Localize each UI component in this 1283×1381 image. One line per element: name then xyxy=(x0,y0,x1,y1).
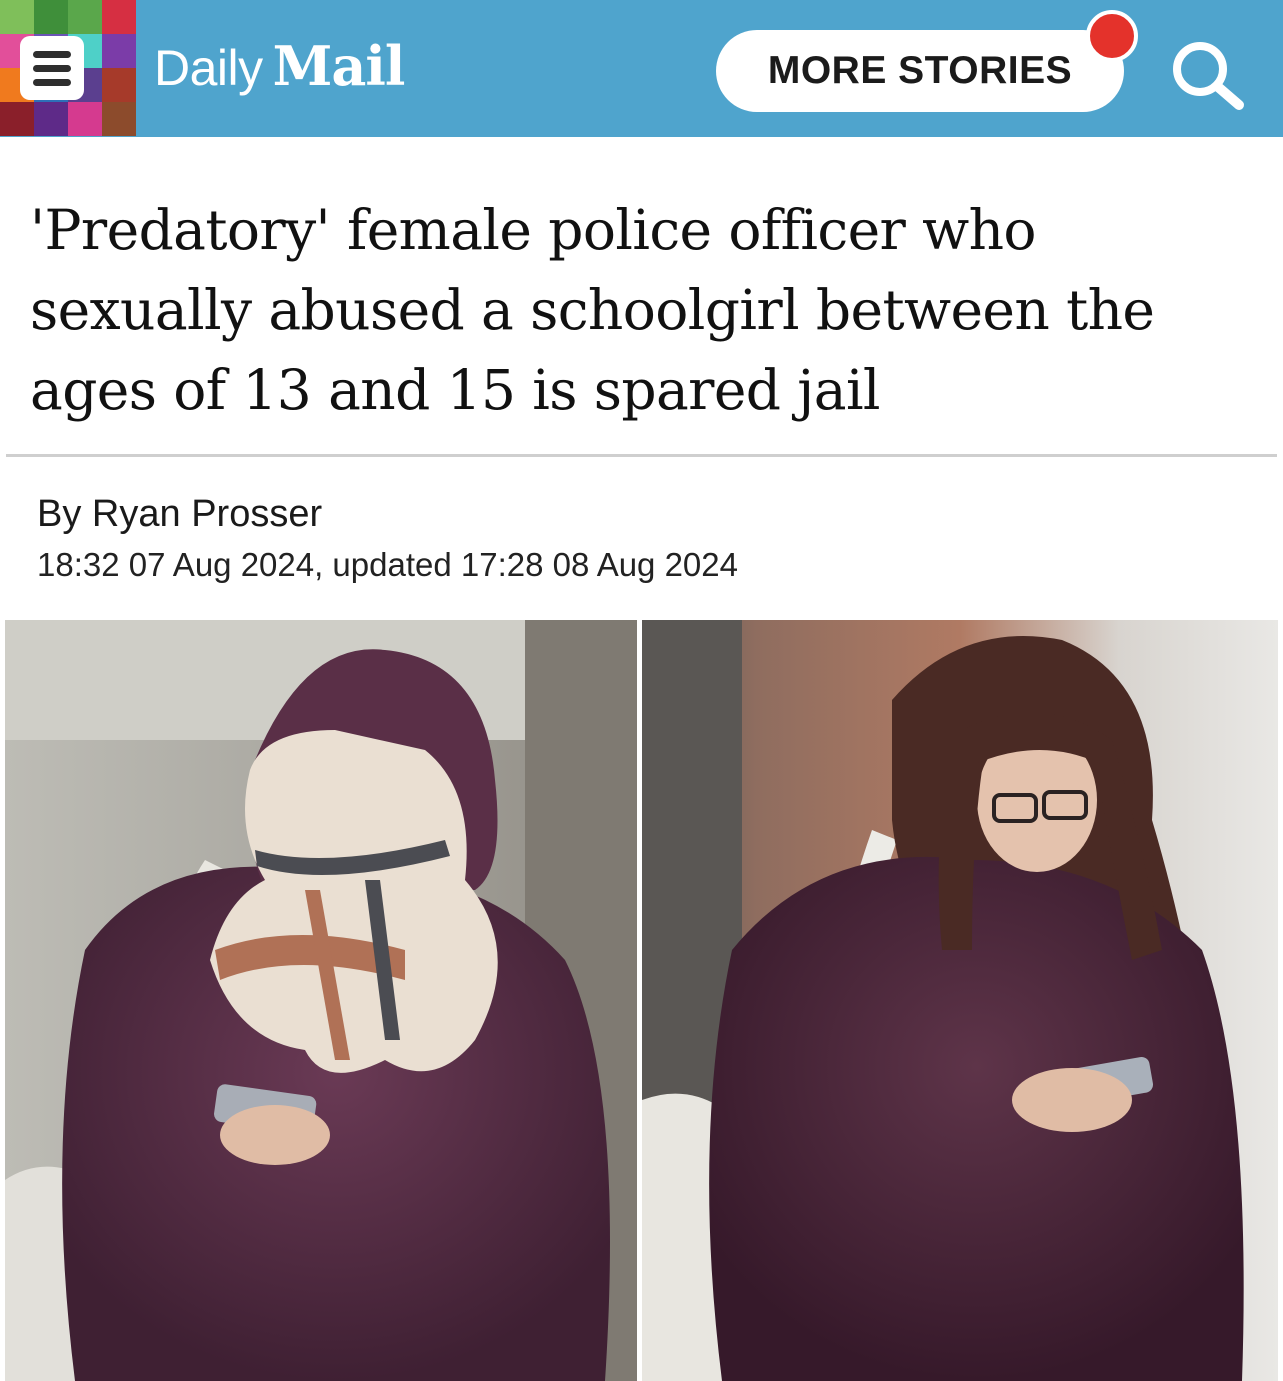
site-header: Daily Mail MORE STORIES xyxy=(0,0,1283,137)
hamburger-menu-icon[interactable] xyxy=(20,36,84,100)
article-photo-left[interactable] xyxy=(5,620,637,1381)
search-button[interactable] xyxy=(1162,33,1252,113)
byline: By Ryan Prosser xyxy=(37,493,322,536)
article-headline: 'Predatory' female police officer who se… xyxy=(30,198,1155,422)
site-logo[interactable]: Daily Mail xyxy=(154,34,406,104)
article-timestamp: 18:32 07 Aug 2024, updated 17:28 08 Aug … xyxy=(37,546,738,583)
photo-left-image xyxy=(5,620,637,1381)
article-photo-right[interactable] xyxy=(642,620,1278,1381)
more-stories-button[interactable]: MORE STORIES xyxy=(716,30,1124,112)
logo-daily-text: Daily xyxy=(154,40,263,96)
headline-divider xyxy=(6,454,1277,457)
logo-mail-text: Mail xyxy=(272,34,406,98)
byline-prefix: By xyxy=(37,493,82,535)
photo-right-image xyxy=(642,620,1278,1381)
search-icon xyxy=(1173,42,1244,110)
author-link[interactable]: Ryan Prosser xyxy=(92,493,322,535)
notification-dot xyxy=(1086,10,1138,62)
